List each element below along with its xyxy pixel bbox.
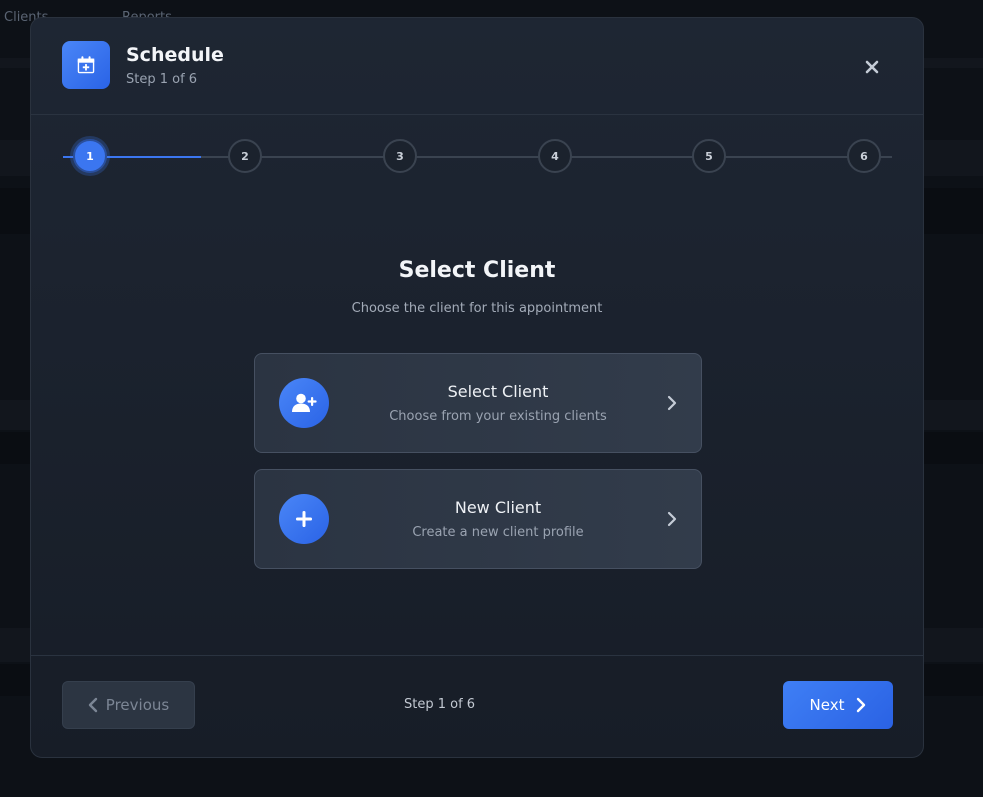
- step-3[interactable]: 3: [383, 139, 417, 173]
- next-button[interactable]: Next: [783, 681, 893, 729]
- chevron-right-icon: [664, 394, 680, 412]
- previous-button[interactable]: Previous: [62, 681, 195, 729]
- modal-title: Schedule: [126, 44, 224, 66]
- step-4[interactable]: 4: [538, 139, 572, 173]
- close-button[interactable]: [861, 56, 883, 78]
- chevron-left-icon: [88, 697, 97, 713]
- calendar-plus-icon: [62, 41, 110, 89]
- schedule-modal: Schedule Step 1 of 6 1 2 3 4 5 6 Select …: [30, 17, 924, 758]
- previous-label: Previous: [105, 696, 170, 714]
- step-5[interactable]: 5: [692, 139, 726, 173]
- chevron-right-icon: [857, 697, 866, 713]
- new-client-option[interactable]: New Client Create a new client profile: [254, 469, 702, 569]
- chevron-right-icon: [664, 510, 680, 528]
- step-6[interactable]: 6: [847, 139, 881, 173]
- close-icon: [865, 60, 879, 74]
- content-subtitle: Choose the client for this appointment: [351, 301, 603, 316]
- modal-footer: Previous Step 1 of 6 Next: [31, 655, 923, 757]
- select-client-option[interactable]: Select Client Choose from your existing …: [254, 353, 702, 453]
- step-1[interactable]: 1: [73, 139, 107, 173]
- footer-step-indicator: Step 1 of 6: [404, 697, 476, 712]
- next-label: Next: [809, 696, 845, 714]
- content-title: Select Client: [398, 258, 556, 283]
- modal-subtitle: Step 1 of 6: [126, 72, 198, 87]
- modal-header: Schedule Step 1 of 6: [31, 18, 923, 115]
- step-2[interactable]: 2: [228, 139, 262, 173]
- step-progress: 1 2 3 4 5 6: [31, 115, 923, 195]
